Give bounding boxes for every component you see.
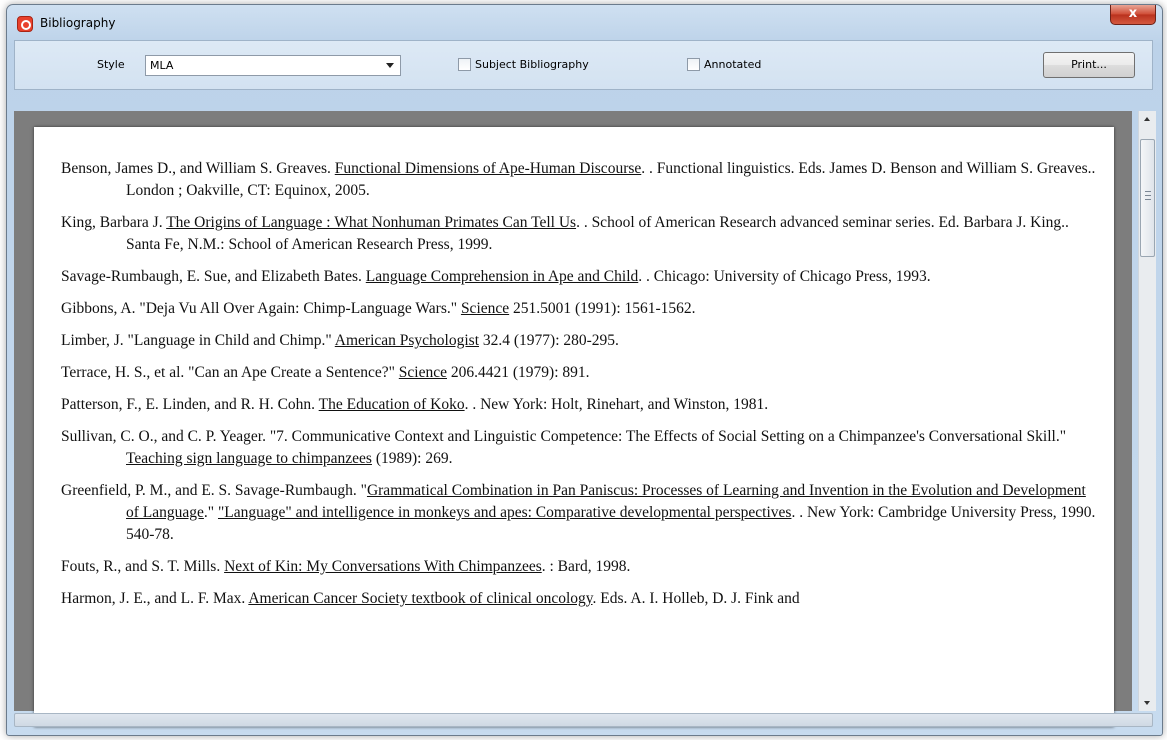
entry-text: Savage-Rumbaugh, E. Sue, and Elizabeth B… (61, 268, 366, 285)
window-title: Bibliography (40, 16, 116, 30)
entry-title: Functional Dimensions of Ape-Human Disco… (334, 160, 642, 177)
entry-text: Gibbons, A. "Deja Vu All Over Again: Chi… (61, 300, 461, 317)
bibliography-entry: Limber, J. "Language in Child and Chimp.… (61, 330, 1101, 352)
entry-text: ." (203, 504, 218, 521)
bibliography-entry: King, Barbara J. The Origins of Language… (61, 212, 1101, 256)
status-bar (14, 713, 1153, 727)
entry-title: The Origins of Language : What Nonhuman … (166, 214, 577, 231)
entry-text: Sullivan, C. O., and C. P. Yeager. "7. C… (61, 428, 1067, 445)
entry-title: "Language" and intelligence in monkeys a… (217, 504, 792, 521)
bibliography-entry: Sullivan, C. O., and C. P. Yeager. "7. C… (61, 426, 1101, 470)
vertical-scrollbar[interactable] (1138, 111, 1156, 711)
bibliography-entry: Terrace, H. S., et al. "Can an Ape Creat… (61, 362, 1101, 384)
bibliography-window: Bibliography x Style MLA Subject Bibliog… (6, 4, 1163, 736)
chevron-down-icon (386, 63, 394, 68)
scroll-down-arrow-icon[interactable] (1139, 694, 1156, 711)
bibliography-page: Benson, James D., and William S. Greaves… (34, 127, 1114, 727)
entry-text: 251.5001 (1991): 1561-1562. (509, 300, 696, 317)
entry-title: The Education of Koko (318, 396, 465, 413)
close-button[interactable]: x (1110, 5, 1156, 25)
entry-text: 206.4421 (1979): 891. (447, 364, 590, 381)
entry-text: Benson, James D., and William S. Greaves… (61, 160, 335, 177)
entry-text: . . New York: Holt, Rinehart, and Winsto… (464, 396, 769, 413)
entry-title: American Cancer Society textbook of clin… (248, 590, 593, 607)
entry-text: Harmon, J. E., and L. F. Max. (61, 590, 249, 607)
entry-title: Language Comprehension in Ape and Child (365, 268, 639, 285)
bibliography-entry: Benson, James D., and William S. Greaves… (61, 158, 1101, 202)
title-bar[interactable]: Bibliography x (7, 5, 1162, 43)
bibliography-entry: Greenfield, P. M., and E. S. Savage-Rumb… (61, 480, 1101, 546)
subject-bibliography-checkbox[interactable] (458, 58, 471, 71)
entry-text: Fouts, R., and S. T. Mills. (61, 558, 225, 575)
entry-title: Next of Kin: My Conversations With Chimp… (224, 558, 542, 575)
scrollbar-thumb[interactable] (1140, 139, 1155, 257)
style-dropdown[interactable]: MLA (145, 55, 401, 76)
grip-icon (1145, 191, 1151, 200)
bibliography-entry: Gibbons, A. "Deja Vu All Over Again: Chi… (61, 298, 1101, 320)
entry-text: King, Barbara J. (61, 214, 167, 231)
entry-text: Patterson, F., E. Linden, and R. H. Cohn… (61, 396, 319, 413)
annotated-checkbox[interactable] (687, 58, 700, 71)
entry-text: Limber, J. "Language in Child and Chimp.… (61, 332, 335, 349)
entry-title: Science (460, 300, 510, 317)
entry-title: American Psychologist (334, 332, 479, 349)
annotated-label[interactable]: Annotated (704, 58, 761, 71)
print-button[interactable]: Print... (1043, 52, 1135, 78)
bibliography-entries: Benson, James D., and William S. Greaves… (61, 158, 1101, 620)
subject-bibliography-label[interactable]: Subject Bibliography (475, 58, 589, 71)
bibliography-entry: Savage-Rumbaugh, E. Sue, and Elizabeth B… (61, 266, 1101, 288)
entry-title: Teaching sign language to chimpanzees (126, 450, 372, 467)
document-viewport: Benson, James D., and William S. Greaves… (14, 111, 1132, 727)
bibliography-entry: Patterson, F., E. Linden, and R. H. Cohn… (61, 394, 1101, 416)
scroll-up-arrow-icon[interactable] (1139, 111, 1156, 128)
entry-text: . : Bard, 1998. (541, 558, 631, 575)
bibliography-entry: Harmon, J. E., and L. F. Max. American C… (61, 588, 1101, 610)
entry-text: 32.4 (1977): 280-295. (479, 332, 619, 349)
entry-text: . . Chicago: University of Chicago Press… (638, 268, 931, 285)
app-icon (17, 16, 33, 32)
bibliography-entry: Fouts, R., and S. T. Mills. Next of Kin:… (61, 556, 1101, 578)
entry-text: Terrace, H. S., et al. "Can an Ape Creat… (61, 364, 399, 381)
entry-text: Greenfield, P. M., and E. S. Savage-Rumb… (61, 482, 367, 499)
entry-text: . Eds. A. I. Holleb, D. J. Fink and (592, 590, 800, 607)
entry-title: Science (398, 364, 447, 381)
toolbar: Style MLA Subject Bibliography Annotated… (14, 40, 1153, 90)
style-dropdown-value: MLA (150, 59, 174, 72)
style-label: Style (97, 58, 125, 71)
entry-text: (1989): 269. (371, 450, 453, 467)
